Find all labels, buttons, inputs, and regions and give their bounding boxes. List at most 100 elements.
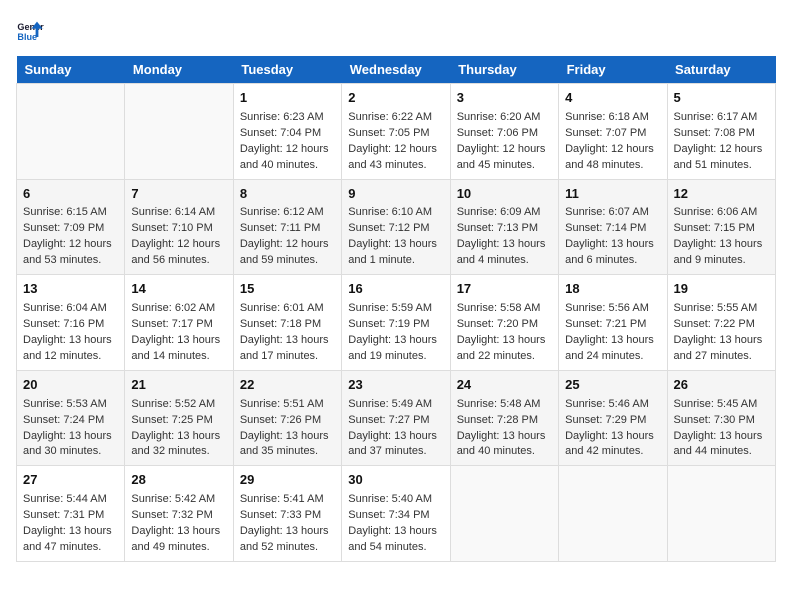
day-info: Sunset: 7:06 PM [457,126,552,142]
day-info: Sunrise: 6:06 AM [674,205,769,221]
day-info: Sunset: 7:05 PM [348,126,443,142]
day-info: Daylight: 12 hours and 56 minutes. [131,237,226,269]
day-info: Daylight: 13 hours and 12 minutes. [23,333,118,365]
day-info: Sunrise: 6:20 AM [457,110,552,126]
day-info: Sunrise: 6:02 AM [131,301,226,317]
calendar-week-1: 6Sunrise: 6:15 AMSunset: 7:09 PMDaylight… [17,179,776,275]
calendar-cell: 27 Sunrise: 5:44 AMSunset: 7:31 PMDayligh… [17,466,125,562]
day-info: Daylight: 12 hours and 40 minutes. [240,142,335,174]
day-info: Sunset: 7:34 PM [348,508,443,524]
day-info: Sunrise: 6:23 AM [240,110,335,126]
calendar-cell: 13 Sunrise: 6:04 AMSunset: 7:16 PMDayligh… [17,275,125,371]
day-number: 20 [23,376,118,395]
day-info: Sunrise: 5:56 AM [565,301,660,317]
day-info: Sunset: 7:08 PM [674,126,769,142]
calendar-cell: 30Sunrise: 5:40 AMSunset: 7:34 PMDayligh… [342,466,450,562]
page-header: General Blue [16,16,776,44]
calendar-cell: 8Sunrise: 6:12 AMSunset: 7:11 PMDaylight… [233,179,341,275]
day-info: Sunrise: 5:40 AM [348,492,443,508]
day-info: Sunrise: 6:14 AM [131,205,226,221]
calendar-cell: 10Sunrise: 6:09 AMSunset: 7:13 PMDayligh… [450,179,558,275]
day-info: Daylight: 13 hours and 17 minutes. [240,333,335,365]
day-info: Sunrise: 6:09 AM [457,205,552,221]
calendar-cell: 15Sunrise: 6:01 AMSunset: 7:18 PMDayligh… [233,275,341,371]
day-info: Sunset: 7:09 PM [23,221,118,237]
calendar-cell: 29Sunrise: 5:41 AMSunset: 7:33 PMDayligh… [233,466,341,562]
day-number: 24 [457,376,552,395]
day-info: Daylight: 13 hours and 54 minutes. [348,524,443,556]
day-info: Sunrise: 6:07 AM [565,205,660,221]
day-info: Sunset: 7:22 PM [674,317,769,333]
day-number: 6 [23,185,118,204]
calendar-cell: 22Sunrise: 5:51 AMSunset: 7:26 PMDayligh… [233,370,341,466]
day-info: Sunset: 7:26 PM [240,413,335,429]
calendar-cell: 18Sunrise: 5:56 AMSunset: 7:21 PMDayligh… [559,275,667,371]
day-number: 10 [457,185,552,204]
day-info: Sunset: 7:33 PM [240,508,335,524]
day-number: 2 [348,89,443,108]
day-number: 14 [131,280,226,299]
day-info: Sunrise: 5:53 AM [23,397,118,413]
day-info: Sunrise: 6:10 AM [348,205,443,221]
day-info: Sunset: 7:16 PM [23,317,118,333]
calendar-cell: 2 Sunrise: 6:22 AMSunset: 7:05 PMDaylight… [342,84,450,180]
day-info: Sunrise: 5:41 AM [240,492,335,508]
day-info: Sunrise: 5:49 AM [348,397,443,413]
day-header-thursday: Thursday [450,56,558,84]
day-header-sunday: Sunday [17,56,125,84]
calendar-cell: 14Sunrise: 6:02 AMSunset: 7:17 PMDayligh… [125,275,233,371]
day-info: Daylight: 13 hours and 1 minute. [348,237,443,269]
day-info: Sunset: 7:31 PM [23,508,118,524]
day-info: Daylight: 12 hours and 48 minutes. [565,142,660,174]
day-info: Daylight: 13 hours and 22 minutes. [457,333,552,365]
day-info: Sunset: 7:14 PM [565,221,660,237]
day-info: Sunset: 7:18 PM [240,317,335,333]
day-info: Sunrise: 5:48 AM [457,397,552,413]
calendar-cell [450,466,558,562]
calendar-cell: 28Sunrise: 5:42 AMSunset: 7:32 PMDayligh… [125,466,233,562]
calendar-cell: 11Sunrise: 6:07 AMSunset: 7:14 PMDayligh… [559,179,667,275]
day-number: 16 [348,280,443,299]
calendar-cell: 16Sunrise: 5:59 AMSunset: 7:19 PMDayligh… [342,275,450,371]
days-header-row: SundayMondayTuesdayWednesdayThursdayFrid… [17,56,776,84]
day-number: 3 [457,89,552,108]
day-number: 11 [565,185,660,204]
calendar-cell: 4Sunrise: 6:18 AMSunset: 7:07 PMDaylight… [559,84,667,180]
day-info: Daylight: 12 hours and 59 minutes. [240,237,335,269]
day-info: Daylight: 13 hours and 19 minutes. [348,333,443,365]
day-info: Sunset: 7:27 PM [348,413,443,429]
day-number: 12 [674,185,769,204]
day-info: Sunrise: 5:58 AM [457,301,552,317]
day-info: Sunrise: 6:18 AM [565,110,660,126]
day-info: Sunset: 7:32 PM [131,508,226,524]
calendar-cell: 24Sunrise: 5:48 AMSunset: 7:28 PMDayligh… [450,370,558,466]
day-info: Sunset: 7:20 PM [457,317,552,333]
day-info: Daylight: 12 hours and 43 minutes. [348,142,443,174]
day-info: Sunrise: 6:01 AM [240,301,335,317]
day-info: Sunset: 7:17 PM [131,317,226,333]
day-number: 13 [23,280,118,299]
day-info: Daylight: 13 hours and 30 minutes. [23,429,118,461]
day-info: Daylight: 13 hours and 35 minutes. [240,429,335,461]
day-number: 17 [457,280,552,299]
day-number: 7 [131,185,226,204]
day-info: Sunset: 7:11 PM [240,221,335,237]
day-info: Sunset: 7:24 PM [23,413,118,429]
calendar-cell [17,84,125,180]
calendar-cell: 21Sunrise: 5:52 AMSunset: 7:25 PMDayligh… [125,370,233,466]
day-info: Sunrise: 5:55 AM [674,301,769,317]
day-info: Daylight: 12 hours and 51 minutes. [674,142,769,174]
day-number: 8 [240,185,335,204]
day-info: Daylight: 13 hours and 24 minutes. [565,333,660,365]
svg-text:Blue: Blue [17,32,37,42]
day-number: 23 [348,376,443,395]
day-number: 19 [674,280,769,299]
day-info: Sunrise: 6:04 AM [23,301,118,317]
day-number: 27 [23,471,118,490]
day-info: Daylight: 13 hours and 47 minutes. [23,524,118,556]
day-header-wednesday: Wednesday [342,56,450,84]
day-info: Sunrise: 6:22 AM [348,110,443,126]
day-number: 21 [131,376,226,395]
day-info: Sunrise: 5:44 AM [23,492,118,508]
day-info: Sunset: 7:15 PM [674,221,769,237]
